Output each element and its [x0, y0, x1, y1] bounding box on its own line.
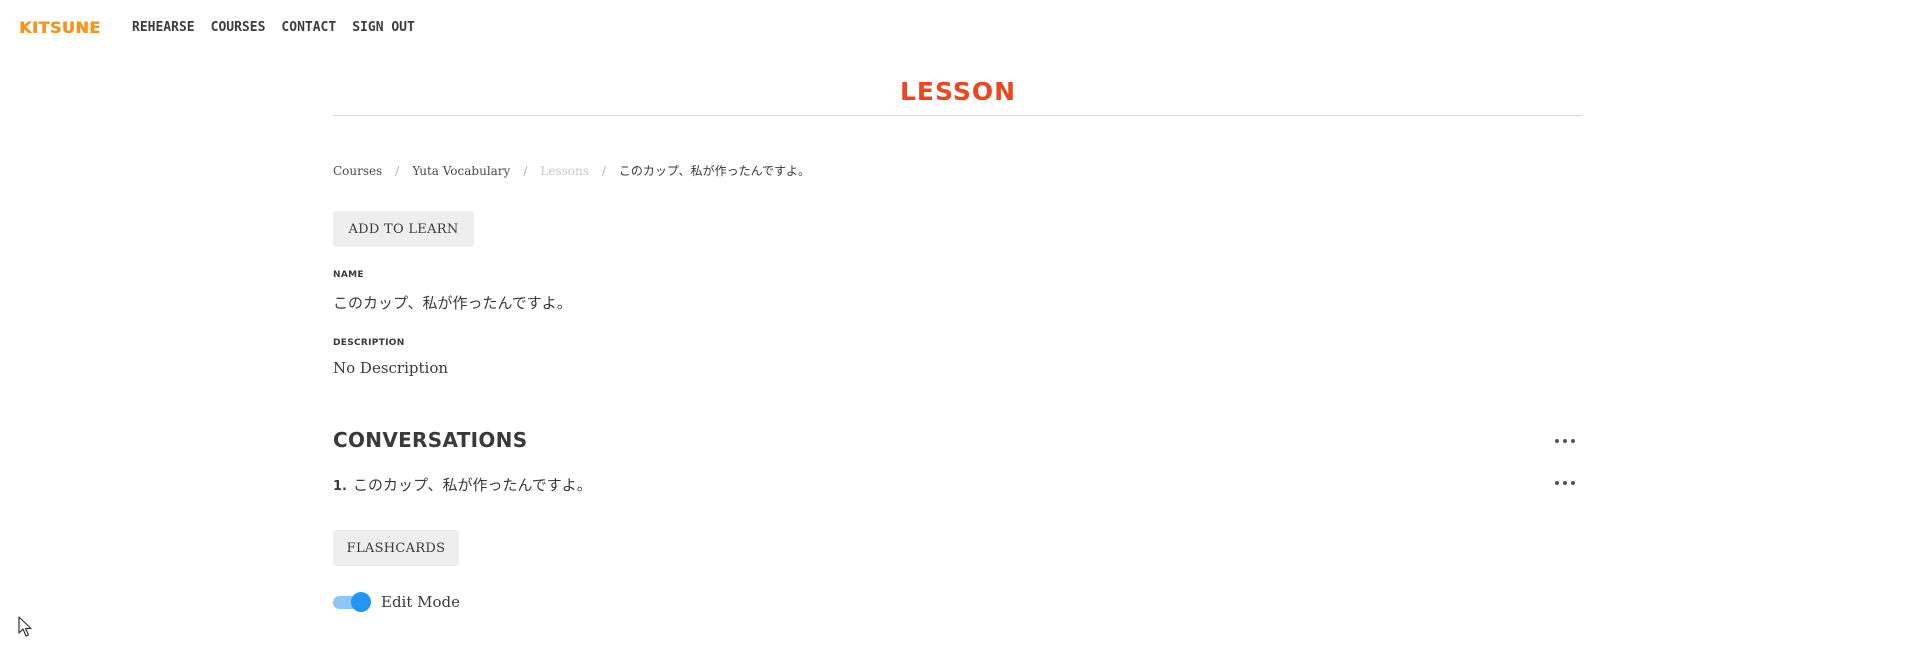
- description-label: DESCRIPTION: [333, 338, 405, 348]
- nav-item-sign-out[interactable]: SIGN OUT: [352, 20, 415, 35]
- mouse-pointer-icon: [18, 616, 32, 637]
- more-horizontal-icon[interactable]: [1555, 477, 1575, 489]
- edit-mode-toggle[interactable]: [333, 592, 371, 612]
- description-value: No Description: [333, 359, 449, 377]
- conversation-text[interactable]: このカップ、私が作ったんですよ。: [353, 474, 592, 495]
- flashcards-button[interactable]: FLASHCARDS: [333, 530, 459, 566]
- nav-item-courses[interactable]: COURSES: [211, 20, 266, 35]
- kitsune-logo[interactable]: KITSUNE: [19, 18, 101, 37]
- nav-item-contact[interactable]: CONTACT: [281, 20, 336, 35]
- page-title: LESSON: [899, 77, 1017, 106]
- toggle-knob: [351, 592, 371, 612]
- nav-item-rehearse[interactable]: REHEARSE: [132, 20, 195, 35]
- breadcrumb-lessons: Lessons: [540, 163, 589, 178]
- conversation-number: 1.: [333, 479, 347, 494]
- conversation-item[interactable]: 1. このカップ、私が作ったんですよ。: [333, 474, 592, 495]
- breadcrumb: Courses / Yuta Vocabulary / Lessons / この…: [333, 162, 810, 179]
- nav-links: REHEARSE COURSES CONTACT SIGN OUT: [132, 20, 415, 35]
- top-navigation: KITSUNE REHEARSE COURSES CONTACT SIGN OU…: [0, 0, 1905, 56]
- conversations-heading: CONVERSATIONS: [333, 428, 528, 452]
- name-value: このカップ、私が作ったんですよ。: [333, 294, 572, 312]
- breadcrumb-current-lesson: このカップ、私が作ったんですよ。: [618, 164, 810, 178]
- breadcrumb-separator: /: [523, 163, 528, 178]
- breadcrumb-course[interactable]: Yuta Vocabulary: [412, 164, 510, 178]
- edit-mode-label: Edit Mode: [381, 593, 461, 611]
- breadcrumb-separator: /: [601, 163, 606, 178]
- breadcrumb-separator: /: [395, 163, 400, 178]
- add-to-learn-button[interactable]: ADD TO LEARN: [333, 211, 474, 247]
- title-divider: [333, 115, 1583, 116]
- more-horizontal-icon[interactable]: [1555, 435, 1575, 447]
- breadcrumb-courses[interactable]: Courses: [333, 164, 382, 178]
- name-label: NAME: [333, 270, 364, 280]
